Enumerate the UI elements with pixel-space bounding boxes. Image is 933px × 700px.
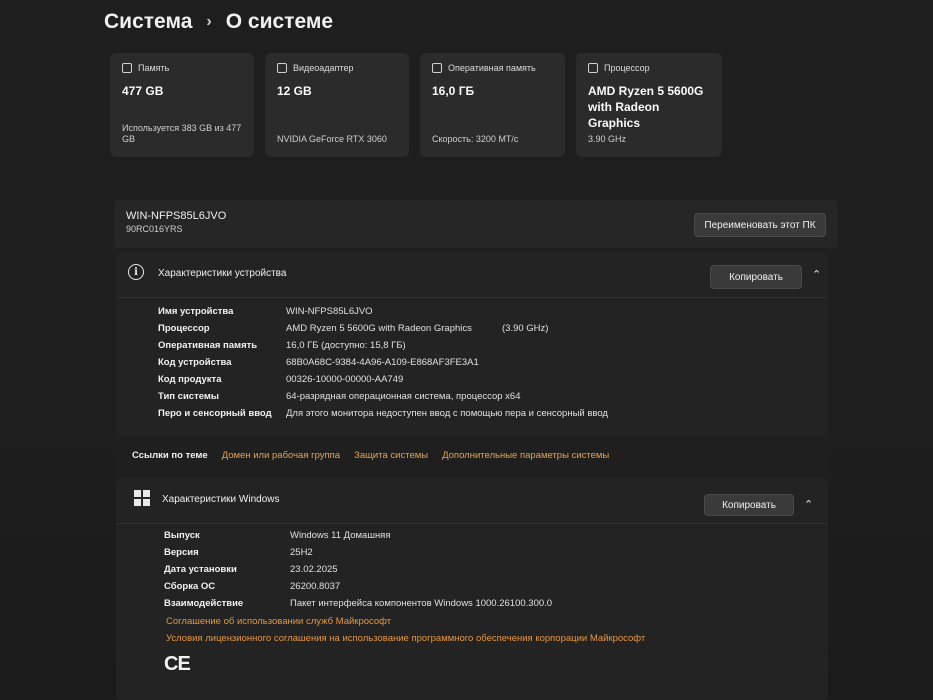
spec-row: Имя устройства WIN-NFPS85L6JVO xyxy=(158,306,373,317)
spec-value[interactable]: WIN-NFPS85L6JVO xyxy=(286,306,373,317)
ram-card[interactable]: Оперативная память 16,0 ГБ Скорость: 320… xyxy=(420,53,565,157)
device-specs-panel: i Характеристики устройства Копировать ⌃… xyxy=(116,252,828,436)
microsoft-license-terms-link[interactable]: Условия лицензионного соглашения на испо… xyxy=(166,633,645,644)
spec-row: Тип системы 64-разрядная операционная си… xyxy=(158,391,520,402)
cpu-icon xyxy=(588,63,598,73)
breadcrumb: Система › О системе xyxy=(104,10,333,34)
chevron-up-icon[interactable]: ⌃ xyxy=(804,498,813,511)
storage-card[interactable]: Память 477 GB Используется 383 GB из 477… xyxy=(110,53,254,157)
gpu-icon xyxy=(277,63,287,73)
windows-logo-icon xyxy=(134,490,150,506)
spec-value[interactable]: 64-разрядная операционная система, проце… xyxy=(286,391,520,402)
spec-label: Имя устройства xyxy=(158,306,234,317)
storage-icon xyxy=(122,63,132,73)
spec-value[interactable]: 23.02.2025 xyxy=(290,564,338,575)
rename-pc-button[interactable]: Переименовать этот ПК xyxy=(694,213,826,237)
copy-device-specs-button[interactable]: Копировать xyxy=(710,265,802,289)
card-value: 12 GB xyxy=(277,84,312,98)
advanced-system-settings-link[interactable]: Дополнительные параметры системы xyxy=(442,450,609,461)
card-title: Оперативная память xyxy=(448,63,536,73)
gpu-card[interactable]: Видеоадаптер 12 GB NVIDIA GeForce RTX 30… xyxy=(265,53,409,157)
windows-specs-panel: Характеристики Windows Копировать ⌃ Выпу… xyxy=(116,478,828,700)
spec-label: Оперативная память xyxy=(158,340,258,351)
card-subtext: Скорость: 3200 МТ/с xyxy=(432,134,519,144)
spec-label: Тип системы xyxy=(158,391,220,402)
spec-label: Сборка ОС xyxy=(164,581,216,592)
card-value: 16,0 ГБ xyxy=(432,84,475,98)
card-title: Память xyxy=(138,63,170,73)
card-subtext: 3.90 GHz xyxy=(588,134,627,144)
spec-label: Код устройства xyxy=(158,357,232,368)
pc-name-bar: WIN-NFPS85L6JVO 90RC016YRS Переименовать… xyxy=(114,200,838,248)
related-links-label: Ссылки по теме xyxy=(132,449,208,461)
card-title: Видеоадаптер xyxy=(293,63,354,73)
breadcrumb-parent[interactable]: Система xyxy=(104,10,192,34)
spec-row: Дата установки 23.02.2025 xyxy=(164,564,338,575)
ram-icon xyxy=(432,63,442,73)
ce-mark: CE xyxy=(164,653,191,675)
system-protection-link[interactable]: Защита системы xyxy=(354,450,428,461)
card-value: AMD Ryzen 5 5600G with Radeon Graphics xyxy=(588,84,704,130)
device-specs-header[interactable]: i Характеристики устройства Копировать ⌃ xyxy=(116,252,828,298)
cpu-card[interactable]: Процессор AMD Ryzen 5 5600G with Radeon … xyxy=(576,53,722,157)
pc-name: WIN-NFPS85L6JVO xyxy=(126,210,227,222)
microsoft-services-agreement-link[interactable]: Соглашение об использовании служб Майкро… xyxy=(166,616,391,627)
copy-windows-specs-button[interactable]: Копировать xyxy=(704,494,794,516)
breadcrumb-separator: › xyxy=(206,13,212,30)
spec-label: Взаимодействие xyxy=(164,598,244,609)
spec-row: Взаимодействие Пакет интерфейса компонен… xyxy=(164,598,552,609)
spec-value[interactable]: 00326-10000-00000-AA749 xyxy=(286,374,403,385)
info-icon: i xyxy=(128,264,144,280)
spec-value[interactable]: Пакет интерфейса компонентов Windows 100… xyxy=(290,598,552,609)
spec-row: Код устройства 68B0A68C-9384-4A96-A109-E… xyxy=(158,357,479,368)
pc-model: 90RC016YRS xyxy=(126,224,183,234)
spec-row: Процессор AMD Ryzen 5 5600G with Radeon … xyxy=(158,323,548,334)
spec-label: Перо и сенсорный ввод xyxy=(158,408,272,419)
spec-label: Дата установки xyxy=(164,564,237,575)
page-title: О системе xyxy=(225,10,334,33)
spec-value[interactable]: 16,0 ГБ (доступно: 15,8 ГБ) xyxy=(286,340,406,351)
spec-row: Перо и сенсорный ввод Для этого монитора… xyxy=(158,408,608,419)
spec-value[interactable]: 25H2 xyxy=(290,547,313,558)
card-title: Процессор xyxy=(604,63,650,73)
domain-workgroup-link[interactable]: Домен или рабочая группа xyxy=(222,450,340,461)
spec-value[interactable]: 68B0A68C-9384-4A96-A109-E868AF3FE3A1 xyxy=(286,357,479,368)
chevron-up-icon[interactable]: ⌃ xyxy=(812,268,821,281)
device-specs-title: Характеристики устройства xyxy=(158,268,287,279)
card-subtext: Используется 383 GB из 477 GB xyxy=(122,123,242,144)
card-value: 477 GB xyxy=(122,84,164,98)
spec-label: Выпуск xyxy=(164,530,200,541)
spec-row: Выпуск Windows 11 Домашняя xyxy=(164,530,390,541)
spec-label: Версия xyxy=(164,547,199,558)
spec-row: Сборка ОС 26200.8037 xyxy=(164,581,340,592)
spec-row: Оперативная память 16,0 ГБ (доступно: 15… xyxy=(158,340,406,351)
settings-window: Система › О системе Память 477 GB Исполь… xyxy=(0,0,933,700)
spec-value[interactable]: Для этого монитора недоступен ввод с пом… xyxy=(286,408,608,419)
spec-row: Код продукта 00326-10000-00000-AA749 xyxy=(158,374,403,385)
spec-value[interactable]: AMD Ryzen 5 5600G with Radeon Graphics xyxy=(286,323,502,334)
spec-row: Версия 25H2 xyxy=(164,547,313,558)
spec-label: Код продукта xyxy=(158,374,222,385)
windows-specs-title: Характеристики Windows xyxy=(162,494,280,505)
spec-value-extra[interactable]: (3.90 GHz) xyxy=(502,323,548,334)
spec-value[interactable]: Windows 11 Домашняя xyxy=(290,530,390,541)
windows-specs-header[interactable]: Характеристики Windows Копировать ⌃ xyxy=(116,478,828,524)
related-links: Ссылки по теме Домен или рабочая группа … xyxy=(116,436,828,474)
card-subtext: NVIDIA GeForce RTX 3060 xyxy=(277,134,387,144)
spec-value[interactable]: 26200.8037 xyxy=(290,581,340,592)
spec-label: Процессор xyxy=(158,323,210,334)
